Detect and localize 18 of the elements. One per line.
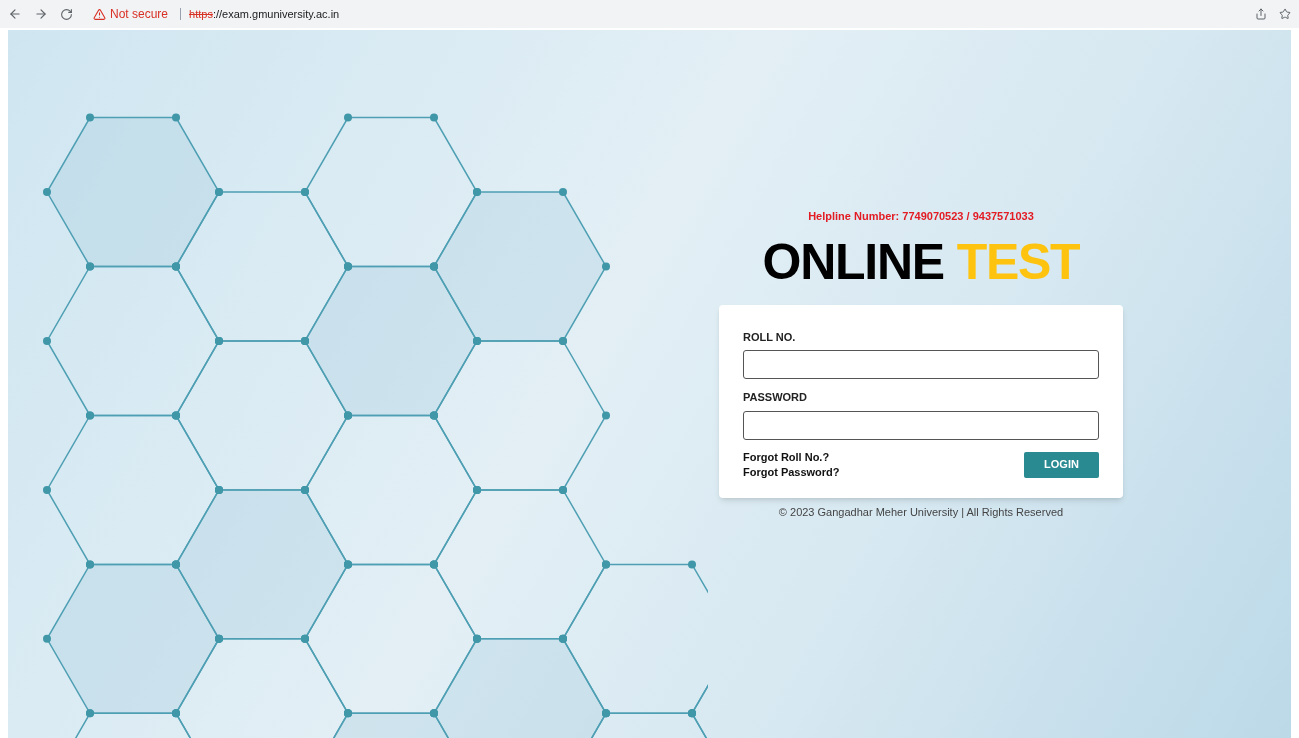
online-test-heading: ONLINE TEST: [762, 236, 1080, 287]
forward-icon[interactable]: [34, 7, 48, 21]
share-icon[interactable]: [1255, 8, 1267, 20]
warning-icon: [93, 7, 106, 21]
input-field[interactable]: [743, 410, 1099, 440]
reload-icon[interactable]: [60, 7, 73, 21]
address-url[interactable]: https://exam.gmuniversity.ac.in: [189, 5, 340, 23]
forgot-link[interactable]: Forgot Roll No.?: [743, 449, 840, 465]
forgot-link[interactable]: Forgot Password?: [743, 464, 840, 480]
field-label: PASSWORD: [743, 390, 808, 405]
field-label: ROLL NO.: [743, 329, 797, 345]
copyright-text: © 2023 Gangadhar Meher University | All Rights Reserved: [778, 504, 1064, 520]
helpline-text: Helpline Number: 7749070523 / 9437571033: [808, 209, 1034, 224]
security-label[interactable]: Not secure: [110, 5, 169, 23]
back-icon[interactable]: [8, 7, 22, 21]
login-button[interactable]: LOGIN: [1024, 451, 1099, 478]
input-field[interactable]: [743, 350, 1099, 379]
bookmark-star-icon[interactable]: [1279, 8, 1291, 20]
